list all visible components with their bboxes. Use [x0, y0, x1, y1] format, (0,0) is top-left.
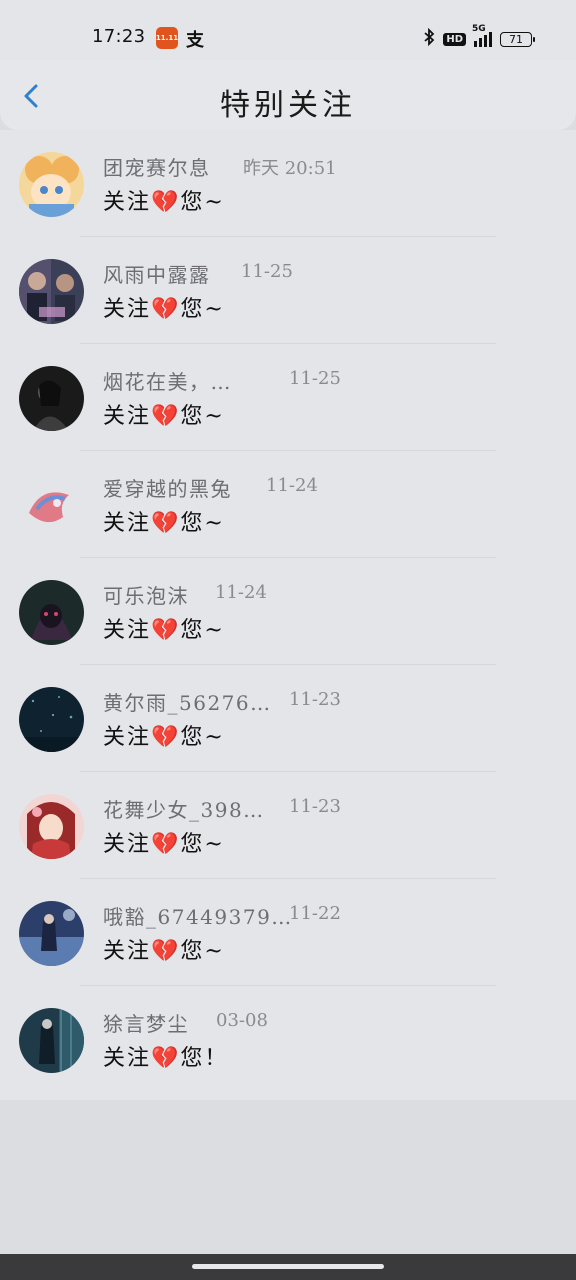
follow-message: 关注💔您~	[103, 511, 225, 536]
signal-icon: 5G	[472, 24, 492, 47]
follow-date: 11-25	[241, 261, 293, 282]
follow-date: 11-25	[289, 368, 341, 389]
avatar	[19, 473, 84, 538]
battery-icon: 71	[500, 31, 535, 47]
list-item[interactable]: 风雨中露露 11-25 关注💔您~	[0, 237, 576, 344]
user-name: 哦豁_67449379…	[103, 905, 293, 929]
list-item[interactable]: 黄尔雨_56276… 11-23 关注💔您~	[0, 665, 576, 772]
battery-level: 71	[509, 32, 523, 46]
avatar	[19, 152, 84, 217]
home-indicator[interactable]	[192, 1264, 384, 1269]
navigation-bar	[0, 1254, 576, 1280]
follow-date: 昨天 20:51	[243, 158, 337, 179]
avatar	[19, 687, 84, 752]
user-name: 烟花在美，…	[103, 370, 232, 394]
user-name: 狳言梦尘	[103, 1012, 189, 1036]
avatar	[19, 259, 84, 324]
follow-message: 关注💔您~	[103, 190, 225, 215]
follow-message: 关注💔您~	[103, 939, 225, 964]
follow-list: 团宠赛尔息 昨天 20:51 关注💔您~ 风雨中露露 11-25 关注💔您~ 烟…	[0, 130, 576, 1100]
app-icon-text: 11.11	[155, 34, 179, 42]
user-name: 可乐泡沫	[103, 584, 189, 608]
list-item[interactable]: 爱穿越的黑兔 11-24 关注💔您~	[0, 451, 576, 558]
follow-message: 关注💔您~	[103, 297, 225, 322]
follow-message: 关注💔您~	[103, 404, 225, 429]
follow-message: 关注💔您~	[103, 725, 225, 750]
avatar	[19, 794, 84, 859]
shopping-app-icon: 11.11	[156, 27, 178, 49]
page-title: 特别关注	[220, 88, 356, 123]
list-item[interactable]: 团宠赛尔息 昨天 20:51 关注💔您~	[0, 130, 576, 237]
user-name: 花舞少女_398…	[103, 798, 265, 822]
list-item[interactable]: 哦豁_67449379… 11-22 关注💔您~	[0, 879, 576, 986]
avatar	[19, 366, 84, 431]
status-bar: 17:23 11.11 支 HD 5G 71	[0, 0, 576, 60]
alipay-icon: 支	[186, 30, 204, 51]
user-name: 风雨中露露	[103, 263, 211, 287]
follow-message: 关注💔您！	[103, 1046, 229, 1071]
follow-date: 11-23	[289, 689, 341, 710]
list-item[interactable]: 花舞少女_398… 11-23 关注💔您~	[0, 772, 576, 879]
follow-message: 关注💔您~	[103, 618, 225, 643]
nav-header: 特别关注	[0, 60, 576, 130]
network-type: 5G	[472, 24, 486, 34]
list-item[interactable]: 狳言梦尘 03-08 关注💔您！	[0, 986, 576, 1093]
list-item[interactable]: 可乐泡沫 11-24 关注💔您~	[0, 558, 576, 665]
user-name: 黄尔雨_56276…	[103, 691, 272, 715]
follow-message: 关注💔您~	[103, 832, 225, 857]
status-time: 17:23	[92, 26, 146, 47]
follow-date: 03-08	[216, 1010, 268, 1031]
user-name: 团宠赛尔息	[103, 156, 211, 180]
avatar	[19, 901, 84, 966]
follow-date: 11-24	[266, 475, 318, 496]
status-icons: HD 5G 71	[423, 24, 535, 50]
follow-date: 11-23	[289, 796, 341, 817]
hd-badge: HD	[443, 32, 466, 46]
user-name: 爱穿越的黑兔	[103, 477, 232, 501]
follow-date: 11-22	[289, 903, 341, 924]
follow-date: 11-24	[215, 582, 267, 603]
avatar	[19, 1008, 84, 1073]
avatar	[19, 580, 84, 645]
list-item[interactable]: 烟花在美，… 11-25 关注💔您~	[0, 344, 576, 451]
bluetooth-icon	[423, 27, 435, 50]
